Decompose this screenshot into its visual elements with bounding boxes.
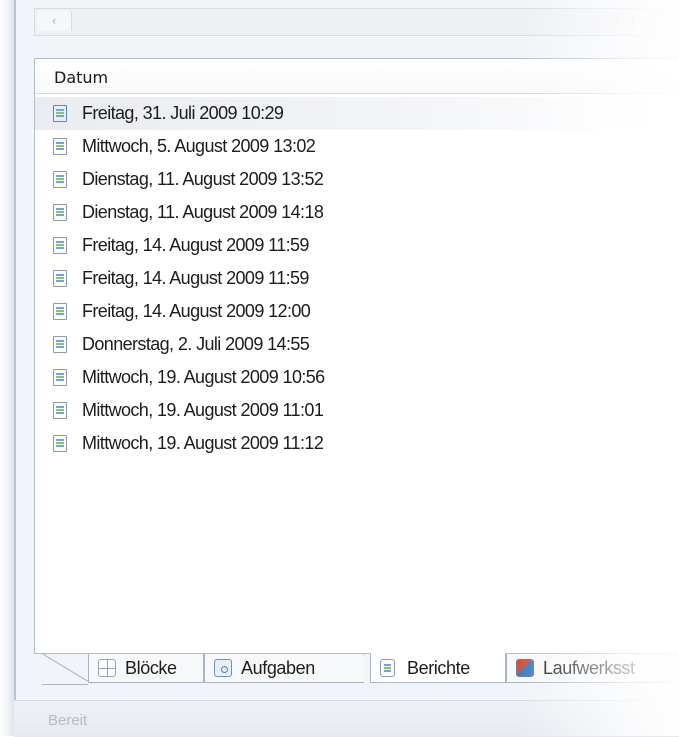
blocks-icon <box>98 659 116 677</box>
tab-label: Berichte <box>407 658 470 678</box>
bottom-tab-strip: Blöcke Aufgaben Berichte Laufwerksst <box>34 653 679 688</box>
tab-label: Laufwerksst <box>543 658 635 678</box>
scrollbar-grip-icon[interactable] <box>617 17 633 25</box>
list-item[interactable]: Mittwoch, 19. August 2009 11:12 <box>35 427 679 460</box>
list-item-label: Dienstag, 11. August 2009 13:52 <box>82 169 324 189</box>
list-item[interactable]: Freitag, 14. August 2009 11:59 <box>35 229 679 262</box>
list-item-label: Mittwoch, 19. August 2009 11:12 <box>82 433 324 453</box>
report-document-icon <box>53 369 67 386</box>
reports-icon <box>380 659 395 677</box>
list-item[interactable]: Freitag, 14. August 2009 12:00 <box>35 295 679 328</box>
list-item[interactable]: Mittwoch, 19. August 2009 10:56 <box>35 361 679 394</box>
list-item-label: Freitag, 31. Juli 2009 10:29 <box>82 103 284 123</box>
list-item[interactable]: Dienstag, 11. August 2009 14:18 <box>35 196 679 229</box>
list-item[interactable]: Mittwoch, 19. August 2009 11:01 <box>35 394 679 427</box>
list-item[interactable]: Freitag, 14. August 2009 11:59 <box>35 262 679 295</box>
column-header-date[interactable]: Datum <box>35 59 679 94</box>
report-document-icon <box>53 237 67 254</box>
scroll-left-button[interactable]: ‹ <box>37 11 72 31</box>
tab-laufwerksstatus[interactable]: Laufwerksst <box>506 654 679 683</box>
tab-label: Aufgaben <box>241 658 315 678</box>
report-document-icon <box>53 336 67 353</box>
tab-label: Blöcke <box>125 658 177 678</box>
list-item-label: Mittwoch, 19. August 2009 10:56 <box>82 367 325 387</box>
application-window: ‹ Datum Freitag, 31. Juli 2009 10:29 Mit… <box>0 0 679 737</box>
status-bar: Bereit <box>14 700 679 737</box>
column-header-label: Datum <box>54 68 109 87</box>
list-item-label: Freitag, 14. August 2009 12:00 <box>82 301 311 321</box>
drives-icon <box>516 659 534 677</box>
list-item[interactable]: Dienstag, 11. August 2009 13:52 <box>35 163 679 196</box>
report-document-icon <box>53 270 67 287</box>
report-document-icon <box>53 402 67 419</box>
report-document-icon <box>53 303 67 320</box>
list-item[interactable]: Mittwoch, 5. August 2009 13:02 <box>35 130 679 163</box>
report-document-icon <box>53 171 67 188</box>
horizontal-scrollbar[interactable]: ‹ <box>34 8 679 36</box>
report-document-icon <box>53 204 67 221</box>
list-item-label: Freitag, 14. August 2009 11:59 <box>82 235 309 255</box>
window-border <box>0 0 14 736</box>
list-item-label: Mittwoch, 19. August 2009 11:01 <box>82 400 324 420</box>
reports-list-panel: Datum Freitag, 31. Juli 2009 10:29 Mittw… <box>34 58 679 655</box>
tab-berichte[interactable]: Berichte <box>370 653 506 683</box>
tab-strip-edge <box>42 654 88 685</box>
status-text: Bereit <box>48 712 88 729</box>
tab-bloecke[interactable]: Blöcke <box>88 654 204 683</box>
report-document-icon <box>53 435 67 452</box>
list-item[interactable]: Freitag, 31. Juli 2009 10:29 <box>35 97 679 130</box>
splitter-line[interactable] <box>14 0 16 700</box>
tasks-icon <box>214 659 232 677</box>
list-item-label: Donnerstag, 2. Juli 2009 14:55 <box>82 334 310 354</box>
list-item-label: Freitag, 14. August 2009 11:59 <box>82 268 309 288</box>
tab-aufgaben[interactable]: Aufgaben <box>204 654 364 683</box>
list-item-label: Dienstag, 11. August 2009 14:18 <box>82 202 324 222</box>
report-document-icon <box>53 105 67 122</box>
list-item-label: Mittwoch, 5. August 2009 13:02 <box>82 136 316 156</box>
reports-list: Freitag, 31. Juli 2009 10:29 Mittwoch, 5… <box>35 97 679 460</box>
report-document-icon <box>53 138 67 155</box>
list-item[interactable]: Donnerstag, 2. Juli 2009 14:55 <box>35 328 679 361</box>
